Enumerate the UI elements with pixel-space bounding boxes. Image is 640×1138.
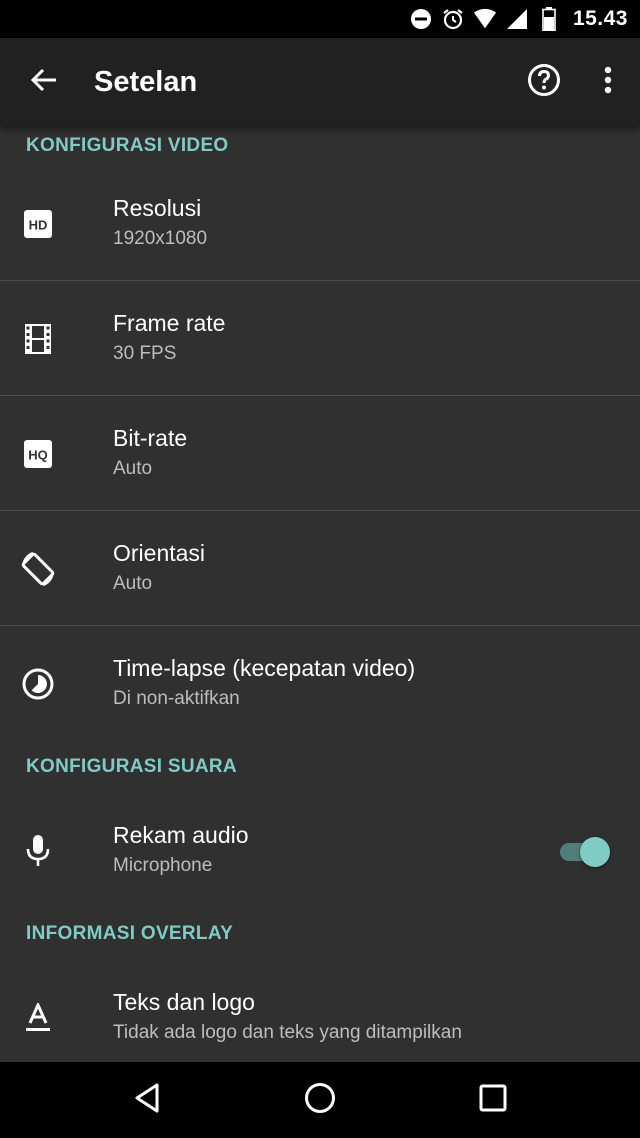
do-not-disturb-icon: [409, 7, 433, 31]
setting-value: Tidak ada logo dan teks yang ditampilkan: [113, 1022, 462, 1043]
record-audio-toggle[interactable]: [558, 834, 610, 868]
setting-title: Orientasi: [113, 540, 206, 566]
toggle-thumb: [580, 836, 610, 867]
nav-back-button[interactable]: [107, 1062, 187, 1138]
setting-title: Resolusi: [113, 195, 202, 221]
help-icon: [527, 63, 561, 102]
status-time: 15.43: [572, 7, 628, 30]
setting-title: Teks dan logo: [113, 989, 255, 1015]
setting-record-audio[interactable]: Rekam audio Microphone: [0, 793, 640, 908]
text-format-icon: [18, 998, 58, 1038]
navigation-bar: [0, 1062, 640, 1138]
hq-icon: HQ: [18, 434, 58, 474]
setting-value: Di non-aktifkan: [113, 688, 240, 709]
setting-value: Auto: [113, 573, 153, 594]
setting-timelapse[interactable]: Time-lapse (kecepatan video) Di non-akti…: [0, 626, 640, 741]
app-bar: Setelan: [0, 38, 640, 126]
home-circle-icon: [304, 1082, 336, 1119]
setting-text-and-logo[interactable]: Teks dan logo Tidak ada logo dan teks ya…: [0, 960, 640, 1062]
nav-home-button[interactable]: [280, 1062, 360, 1138]
svg-text:HQ: HQ: [28, 447, 48, 462]
setting-value: 30 FPS: [113, 343, 177, 364]
recents-square-icon: [479, 1084, 507, 1117]
wifi-icon: [473, 7, 497, 31]
svg-text:HD: HD: [29, 217, 48, 232]
signal-icon: [505, 7, 529, 31]
help-button[interactable]: [512, 38, 576, 126]
setting-frame-rate[interactable]: Frame rate 30 FPS: [0, 281, 640, 396]
settings-list[interactable]: KONFIGURASI VIDEO HD Resolusi 1920x1080 …: [0, 126, 640, 1062]
setting-orientation[interactable]: Orientasi Auto: [0, 511, 640, 626]
back-button[interactable]: [0, 38, 88, 126]
more-options-button[interactable]: [576, 38, 640, 126]
film-icon: [18, 319, 58, 359]
page-title: Setelan: [94, 65, 198, 98]
setting-resolution[interactable]: HD Resolusi 1920x1080: [0, 166, 640, 281]
setting-value: Auto: [113, 458, 153, 479]
section-header-video: KONFIGURASI VIDEO: [26, 135, 229, 156]
back-triangle-icon: [133, 1083, 161, 1118]
battery-icon: [537, 7, 561, 31]
timelapse-icon: [18, 664, 58, 704]
section-header-overlay: INFORMASI OVERLAY: [26, 923, 234, 944]
mic-icon: [18, 831, 58, 871]
alarm-icon: [441, 7, 465, 31]
back-arrow-icon: [30, 66, 58, 99]
setting-title: Bit-rate: [113, 425, 188, 451]
setting-value: 1920x1080: [113, 228, 208, 249]
setting-title: Frame rate: [113, 310, 226, 336]
more-vert-icon: [604, 66, 612, 99]
status-bar: 15.43: [0, 0, 640, 38]
setting-bit-rate[interactable]: HQ Bit-rate Auto: [0, 396, 640, 511]
section-header-audio: KONFIGURASI SUARA: [26, 756, 237, 777]
setting-title: Time-lapse (kecepatan video): [113, 655, 416, 681]
hd-icon: HD: [18, 204, 58, 244]
screen-rotation-icon: [18, 549, 58, 589]
nav-recents-button[interactable]: [453, 1062, 533, 1138]
